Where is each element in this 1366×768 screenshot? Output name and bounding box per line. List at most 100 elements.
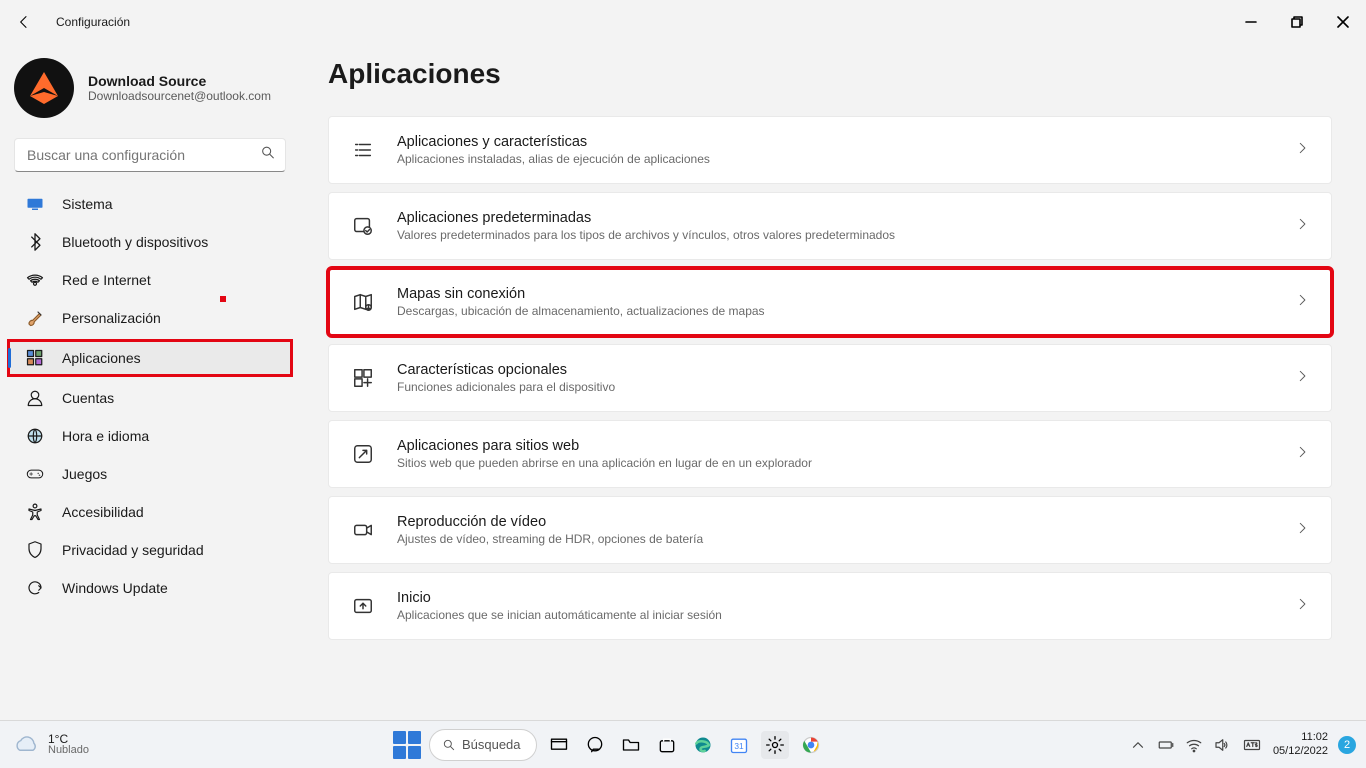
card-title: Aplicaciones predeterminadas	[397, 210, 1273, 226]
taskbar-search-label: Búsqueda	[462, 737, 521, 752]
titlebar: Configuración	[0, 0, 1366, 44]
profile-name: Download Source	[88, 73, 271, 89]
card-subtitle: Aplicaciones instaladas, alias de ejecuc…	[397, 152, 1273, 166]
cards-list: Aplicaciones y características Aplicacion…	[328, 116, 1332, 640]
maximize-button[interactable]	[1274, 0, 1320, 44]
video-icon	[351, 518, 375, 542]
time: 11:02	[1273, 731, 1328, 744]
brush-icon	[26, 309, 44, 327]
card-subtitle: Valores predeterminados para los tipos d…	[397, 228, 1273, 242]
close-button[interactable]	[1320, 0, 1366, 44]
card-inicio[interactable]: Inicio Aplicaciones que se inician automá…	[328, 572, 1332, 640]
sidebar-item-label: Aplicaciones	[62, 350, 141, 366]
settings-taskbar-icon[interactable]	[761, 731, 789, 759]
chevron-right-icon	[1295, 217, 1309, 236]
main: Aplicaciones Aplicaciones y característi…	[300, 44, 1366, 720]
search-icon	[442, 738, 456, 752]
file-explorer-icon[interactable]	[617, 731, 645, 759]
task-view-icon[interactable]	[545, 731, 573, 759]
startup-icon	[351, 594, 375, 618]
date: 05/12/2022	[1273, 745, 1328, 758]
sidebar-item-label: Hora e idioma	[62, 428, 149, 444]
red-dot	[220, 296, 226, 302]
card-mapas-sin-conexión[interactable]: Mapas sin conexión Descargas, ubicación d…	[328, 268, 1332, 336]
accessibility-icon	[26, 503, 44, 521]
search-icon	[260, 145, 276, 166]
monitor-icon	[26, 195, 44, 213]
clock[interactable]: 11:02 05/12/2022	[1273, 731, 1328, 757]
card-subtitle: Aplicaciones que se inician automáticame…	[397, 608, 1273, 622]
wifi-icon	[26, 271, 44, 289]
chevron-right-icon	[1295, 141, 1309, 160]
sidebar-item-label: Juegos	[62, 466, 107, 482]
default-apps-icon	[351, 214, 375, 238]
sidebar-item-label: Sistema	[62, 196, 113, 212]
sidebar-item-label: Bluetooth y dispositivos	[62, 234, 208, 250]
sidebar-item-aplicaciones[interactable]: Aplicaciones	[8, 340, 292, 376]
shield-icon	[26, 541, 44, 559]
apps-icon	[26, 349, 44, 367]
chevron-right-icon	[1295, 369, 1309, 388]
card-aplicaciones-para-sitios-web[interactable]: Aplicaciones para sitios webSitios web q…	[328, 420, 1332, 488]
sidebar: Download Source Downloadsourcenet@outloo…	[0, 44, 300, 720]
sidebar-item-label: Privacidad y seguridad	[62, 542, 204, 558]
chevron-right-icon	[1295, 521, 1309, 540]
person-icon	[26, 389, 44, 407]
sidebar-item-sistema[interactable]: Sistema	[14, 186, 286, 222]
app-title: Configuración	[56, 15, 130, 29]
sidebar-item-red-e-internet[interactable]: Red e Internet	[14, 262, 286, 298]
sidebar-item-label: Cuentas	[62, 390, 114, 406]
weather-desc: Nublado	[48, 745, 89, 756]
globe-icon	[26, 427, 44, 445]
search-wrap	[14, 138, 286, 172]
profile-block[interactable]: Download Source Downloadsourcenet@outloo…	[8, 52, 292, 132]
sidebar-item-hora-e-idioma[interactable]: Hora e idioma	[14, 418, 286, 454]
edge-icon[interactable]	[689, 731, 717, 759]
card-title: Inicio	[397, 590, 1273, 606]
card-title: Aplicaciones y características	[397, 134, 1273, 150]
card-title: Reproducción de vídeo	[397, 514, 1273, 530]
battery-icon[interactable]	[1157, 736, 1175, 754]
card-características-opcionales[interactable]: Características opcionales Funciones adic…	[328, 344, 1332, 412]
taskbar-search[interactable]: Búsqueda	[429, 729, 537, 761]
sidebar-item-label: Windows Update	[62, 580, 168, 596]
sidebar-item-privacidad-y-seguridad[interactable]: Privacidad y seguridad	[14, 532, 286, 568]
list-icon	[351, 138, 375, 162]
calendar-icon[interactable]: 31	[725, 731, 753, 759]
avatar	[14, 58, 74, 118]
svg-text:31: 31	[734, 741, 744, 751]
search-input[interactable]	[14, 138, 286, 172]
chrome-icon[interactable]	[797, 731, 825, 759]
chat-icon[interactable]	[581, 731, 609, 759]
wifi-tray-icon[interactable]	[1185, 736, 1203, 754]
language-icon[interactable]	[1241, 736, 1263, 754]
map-icon	[351, 290, 375, 314]
card-subtitle: Descargas, ubicación de almacenamiento, …	[397, 304, 1273, 318]
card-aplicaciones-y-características[interactable]: Aplicaciones y características Aplicacion…	[328, 116, 1332, 184]
notifications-badge[interactable]: 2	[1338, 736, 1356, 754]
sidebar-item-label: Red e Internet	[62, 272, 151, 288]
card-title: Mapas sin conexión	[397, 286, 1273, 302]
weather-widget[interactable]: 1°C Nublado	[0, 733, 89, 756]
card-reproducción-de-vídeo[interactable]: Reproducción de vídeoAjustes de vídeo, s…	[328, 496, 1332, 564]
sidebar-item-juegos[interactable]: Juegos	[14, 456, 286, 492]
sidebar-item-personalización[interactable]: Personalización	[14, 300, 286, 336]
sidebar-item-cuentas[interactable]: Cuentas	[14, 380, 286, 416]
chevron-right-icon	[1295, 445, 1309, 464]
sidebar-item-accesibilidad[interactable]: Accesibilidad	[14, 494, 286, 530]
sidebar-item-windows-update[interactable]: Windows Update	[14, 570, 286, 606]
start-button[interactable]	[393, 731, 421, 759]
back-button[interactable]	[14, 12, 34, 32]
tray-chevron-up-icon[interactable]	[1129, 736, 1147, 754]
store-icon[interactable]	[653, 731, 681, 759]
card-title: Características opcionales	[397, 362, 1273, 378]
minimize-button[interactable]	[1228, 0, 1274, 44]
chevron-right-icon	[1295, 597, 1309, 616]
sidebar-item-bluetooth-y-dispositivos[interactable]: Bluetooth y dispositivos	[14, 224, 286, 260]
gamepad-icon	[26, 465, 44, 483]
volume-icon[interactable]	[1213, 736, 1231, 754]
web-app-icon	[351, 442, 375, 466]
card-aplicaciones-predeterminadas[interactable]: Aplicaciones predeterminadas Valores pred…	[328, 192, 1332, 260]
card-subtitle: Funciones adicionales para el dispositiv…	[397, 380, 1273, 394]
bluetooth-icon	[26, 233, 44, 251]
